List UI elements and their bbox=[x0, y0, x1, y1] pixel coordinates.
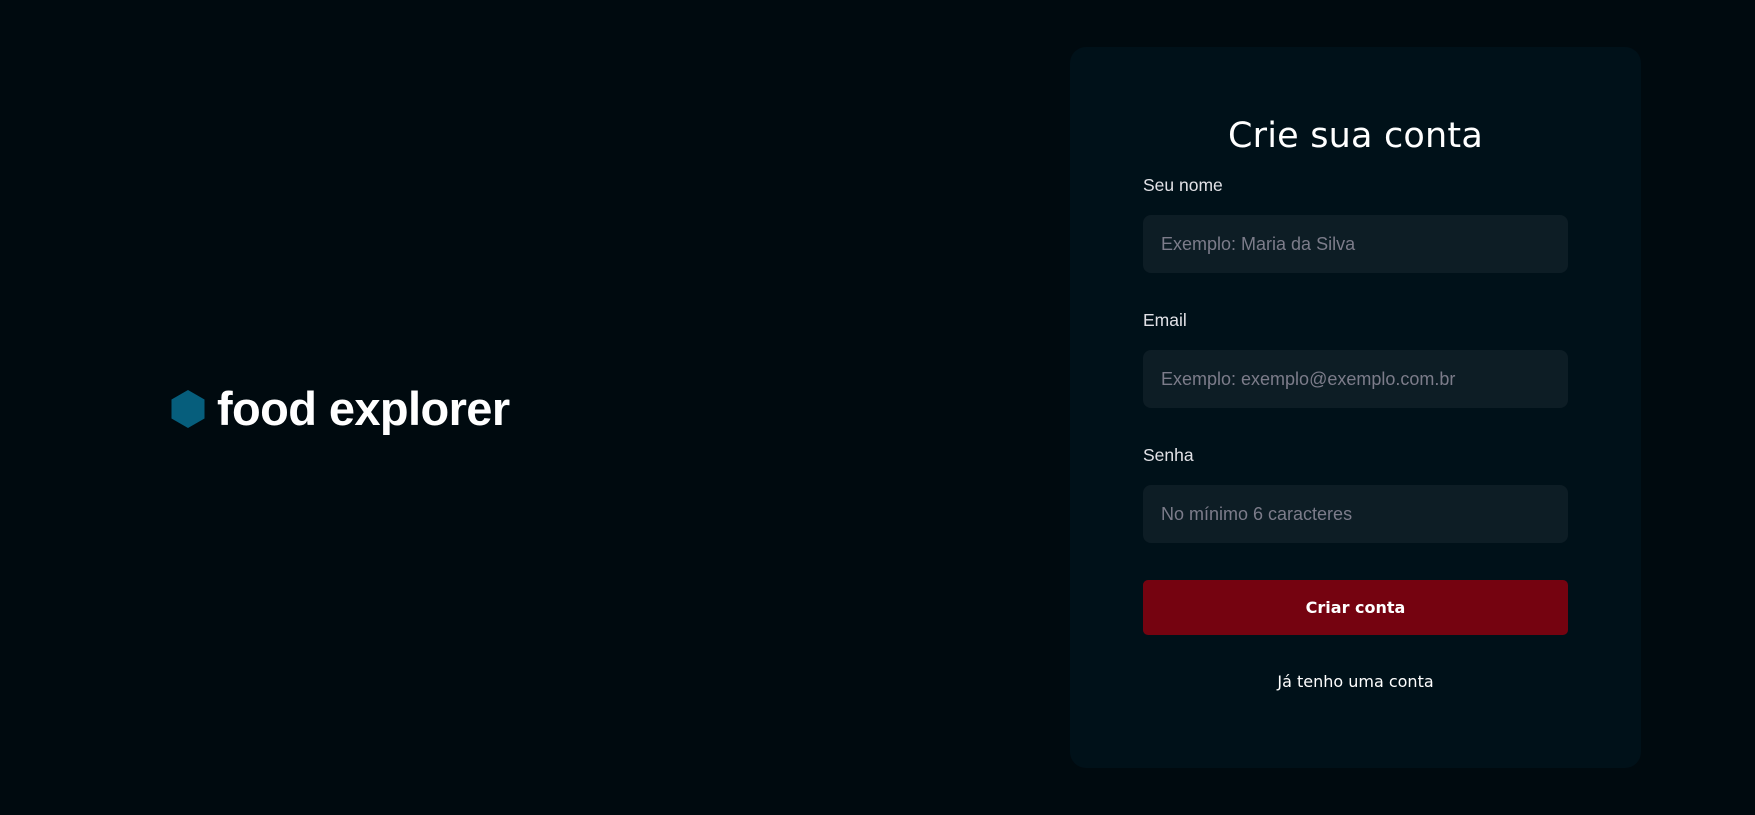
brand-logo: food explorer bbox=[170, 383, 510, 435]
password-field[interactable] bbox=[1143, 485, 1568, 543]
page-title: Crie sua conta bbox=[1227, 116, 1483, 156]
create-account-button[interactable]: Criar conta bbox=[1143, 580, 1568, 635]
brand-name: food explorer bbox=[217, 382, 510, 435]
signup-page: food explorer Crie sua conta Seu nome Em… bbox=[0, 0, 1755, 815]
login-link[interactable]: Já tenho uma conta bbox=[1070, 672, 1641, 692]
password-label: Senha bbox=[1143, 445, 1194, 465]
name-label: Seu nome bbox=[1143, 175, 1223, 195]
name-field[interactable] bbox=[1143, 215, 1568, 273]
email-field[interactable] bbox=[1143, 350, 1568, 408]
signup-card: Crie sua conta Seu nome Email Senha Cria… bbox=[1070, 47, 1641, 768]
email-label: Email bbox=[1143, 310, 1187, 330]
hexagon-icon bbox=[171, 390, 205, 428]
